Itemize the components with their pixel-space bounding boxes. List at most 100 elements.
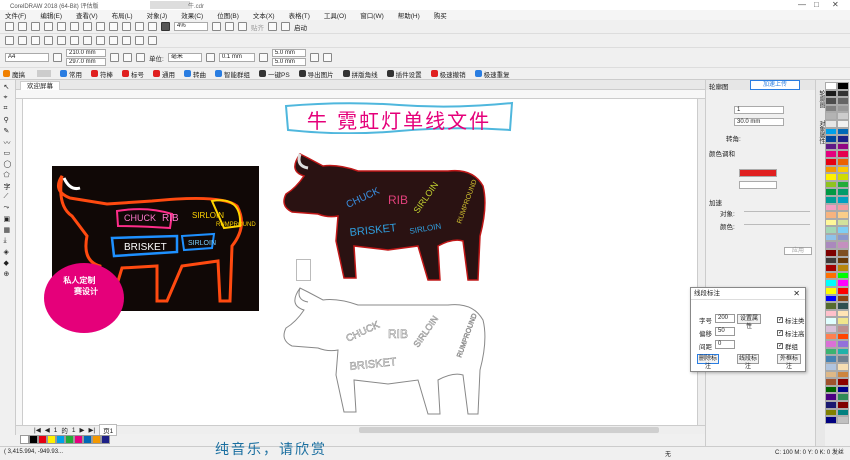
document-palette-swatch[interactable] xyxy=(56,435,65,444)
segment-label-button[interactable]: 线段标注 xyxy=(737,354,759,370)
palette-swatch[interactable] xyxy=(837,347,849,356)
palette-swatch[interactable] xyxy=(825,89,837,98)
palette-swatch[interactable] xyxy=(837,416,849,424)
palette-swatch[interactable] xyxy=(837,241,849,250)
palette-swatch[interactable] xyxy=(825,287,837,295)
palette-swatch[interactable] xyxy=(837,97,849,105)
all-pages-icon[interactable] xyxy=(123,53,132,62)
document-palette-swatch[interactable] xyxy=(47,435,56,444)
palette-swatch[interactable] xyxy=(825,325,837,333)
clipboard-icon[interactable] xyxy=(83,36,92,45)
palette-swatch[interactable] xyxy=(837,112,849,120)
palette-swatch[interactable] xyxy=(825,355,837,363)
menu-view[interactable]: 查看(V) xyxy=(76,10,98,20)
plugin-common[interactable]: 常用 xyxy=(60,69,82,79)
palette-swatch[interactable] xyxy=(837,355,849,363)
menu-help[interactable]: 帮助(H) xyxy=(398,10,420,20)
plugin-fast-redo[interactable]: 极速重复 xyxy=(474,69,510,79)
page-height-input[interactable]: 297.0 mm xyxy=(66,58,106,66)
palette-swatch[interactable] xyxy=(837,302,849,310)
document-palette-swatch[interactable] xyxy=(20,435,29,444)
palette-swatch[interactable] xyxy=(837,127,849,136)
palette-swatch[interactable] xyxy=(837,203,849,212)
add-tool-icon[interactable]: ⊕ xyxy=(4,270,12,278)
palette-swatch[interactable] xyxy=(825,332,837,341)
palette-swatch[interactable] xyxy=(825,294,837,303)
palette-swatch[interactable] xyxy=(837,325,849,333)
palette-swatch[interactable] xyxy=(837,256,849,265)
palette-swatch[interactable] xyxy=(825,233,837,242)
current-page-icon[interactable] xyxy=(136,53,145,62)
plugin-mogao[interactable]: 魔搞 xyxy=(3,69,25,79)
steps-input[interactable]: 1 xyxy=(734,106,784,114)
save-doc-icon[interactable] xyxy=(31,36,40,45)
document-palette-swatch[interactable] xyxy=(29,435,38,444)
palette-swatch[interactable] xyxy=(825,135,837,143)
palette-swatch[interactable] xyxy=(825,119,837,128)
plugin-general[interactable]: 通用 xyxy=(153,69,175,79)
delete-label-button[interactable]: 删除标注 xyxy=(697,354,719,370)
plugin-one-key-ps[interactable]: 一键PS xyxy=(259,69,290,79)
plugin-settings[interactable]: 插件设置 xyxy=(386,69,422,79)
palette-swatch[interactable] xyxy=(825,416,837,424)
page-marker[interactable] xyxy=(296,259,311,281)
set-properties-button[interactable]: 设置属性 xyxy=(737,314,761,330)
palette-swatch[interactable] xyxy=(837,218,849,227)
grid-icon[interactable] xyxy=(238,22,247,31)
page-size-select[interactable]: A4 xyxy=(5,53,49,62)
plugin-fast-undo[interactable]: 极速撤销 xyxy=(430,69,466,79)
redo-icon[interactable] xyxy=(109,22,118,31)
title-banner[interactable]: 牛 霓虹灯单线文件 xyxy=(284,100,514,135)
upload-button[interactable]: 加速上传 xyxy=(750,80,800,90)
palette-swatch[interactable] xyxy=(837,378,849,386)
palette-swatch[interactable] xyxy=(825,226,837,234)
document-palette-swatch[interactable] xyxy=(38,435,47,444)
close-icon[interactable]: ✕ xyxy=(832,0,839,9)
document-palette-swatch[interactable] xyxy=(92,435,101,444)
export-file-icon[interactable] xyxy=(148,36,157,45)
plugin-smart-group[interactable]: 智能群组 xyxy=(215,69,250,79)
page-options-icon[interactable] xyxy=(322,53,332,62)
scissors-icon[interactable] xyxy=(57,36,66,45)
menu-edit[interactable]: 编辑(E) xyxy=(40,10,62,20)
palette-swatch[interactable] xyxy=(825,309,837,318)
palette-swatch[interactable] xyxy=(825,142,837,151)
shape-tool-icon[interactable]: ⌖ xyxy=(4,94,12,102)
palette-swatch[interactable] xyxy=(825,97,837,105)
horizontal-ruler[interactable] xyxy=(16,90,705,99)
ellipse-tool-icon[interactable]: ◯ xyxy=(4,160,12,168)
palette-swatch[interactable] xyxy=(837,408,849,417)
import-icon[interactable] xyxy=(122,22,131,31)
dialog-close-icon[interactable]: ✕ xyxy=(793,288,800,300)
palette-swatch[interactable] xyxy=(837,340,849,348)
menu-effects[interactable]: 效果(C) xyxy=(181,10,203,20)
palette-swatch[interactable] xyxy=(837,165,849,174)
print-icon[interactable] xyxy=(44,22,53,31)
publish-pdf-icon[interactable] xyxy=(148,22,157,31)
palette-swatch[interactable] xyxy=(825,150,837,158)
offset-input[interactable]: 50 xyxy=(715,327,735,336)
prev-page-icon[interactable]: ◀ xyxy=(45,426,50,434)
palette-swatch[interactable] xyxy=(837,195,849,204)
last-page-icon[interactable]: ▶| xyxy=(88,426,95,434)
page-width-input[interactable]: 210.0 mm xyxy=(66,49,106,57)
smart-fill-icon[interactable]: ◆ xyxy=(4,259,12,267)
outline-color-swatch[interactable] xyxy=(739,169,777,177)
palette-swatch[interactable] xyxy=(825,82,837,90)
palette-swatch[interactable] xyxy=(825,157,837,166)
palette-swatch[interactable] xyxy=(837,332,849,341)
menu-bitmaps[interactable]: 位图(B) xyxy=(217,10,239,20)
cow-vector-outline[interactable]: CHUCK RIB SIRLOIN BRISKET RUMPROUND xyxy=(278,280,488,420)
palette-swatch[interactable] xyxy=(837,82,849,90)
duplicate-icon[interactable] xyxy=(70,36,79,45)
next-page-icon[interactable]: ▶ xyxy=(79,426,84,434)
neon-sign-photo[interactable]: CHUCK RIB SIRLOIN BRISKET SIRLOIN RUMPRO… xyxy=(44,166,259,333)
eyedropper-icon[interactable]: ⤓ xyxy=(4,237,12,245)
offset-input[interactable]: 30.0 mm xyxy=(734,118,784,126)
palette-swatch[interactable] xyxy=(837,287,849,295)
document-palette-swatch[interactable] xyxy=(101,435,110,444)
palette-swatch[interactable] xyxy=(825,104,837,113)
palette-swatch[interactable] xyxy=(837,362,849,371)
menu-table[interactable]: 表格(T) xyxy=(289,10,310,20)
horizontal-scrollbar[interactable]: |◀ ◀ 1 的 1 ▶ ▶| 页1 xyxy=(16,424,705,436)
